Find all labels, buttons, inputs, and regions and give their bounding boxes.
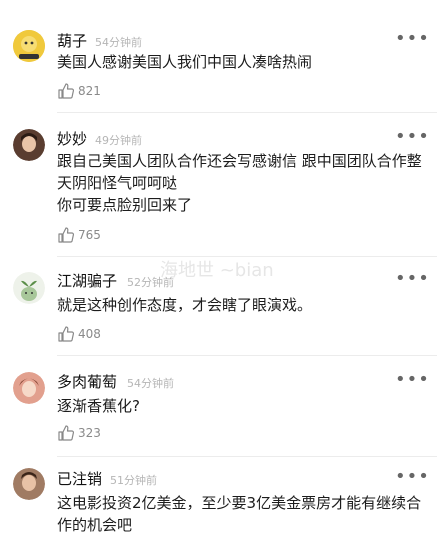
comment-time: 49分钟前 xyxy=(95,134,142,147)
more-options-button[interactable]: ••• xyxy=(395,128,430,146)
divider xyxy=(57,355,437,356)
photo-avatar-icon xyxy=(13,468,45,500)
divider xyxy=(57,256,437,257)
comment-text: 跟自己美国人团队合作还会写感谢信 跟中国团队合作整天阴阳怪气呵呵哒 你可要点脸别… xyxy=(57,152,422,214)
yellow-cartoon-avatar-icon xyxy=(13,30,45,62)
comment-time: 52分钟前 xyxy=(127,276,174,289)
comment-author[interactable]: 已注销 xyxy=(57,468,102,489)
divider xyxy=(57,112,437,113)
like-button[interactable]: 323 xyxy=(57,424,101,442)
avatar[interactable] xyxy=(13,468,45,500)
plant-cartoon-avatar-icon xyxy=(13,272,45,304)
like-button[interactable]: 408 xyxy=(57,325,101,343)
watermark: 海地世 ~bian xyxy=(160,260,274,281)
photo-avatar-icon xyxy=(13,129,45,161)
avatar[interactable] xyxy=(13,129,45,161)
comment-time: 54分钟前 xyxy=(127,377,174,390)
comment-time: 51分钟前 xyxy=(110,474,157,487)
more-options-button[interactable]: ••• xyxy=(395,371,430,389)
comment-text: 这电影投资2亿美金，至少要3亿美金票房才能有继续合作的机会吧 xyxy=(57,494,422,534)
more-options-button[interactable]: ••• xyxy=(395,30,430,48)
comment-author[interactable]: 葫子 xyxy=(57,30,87,51)
comment-author[interactable]: 妙妙 xyxy=(57,128,87,149)
thumbs-up-icon xyxy=(58,83,75,99)
like-count: 323 xyxy=(78,426,101,440)
like-count: 821 xyxy=(78,84,101,98)
divider xyxy=(57,456,437,457)
more-options-button[interactable]: ••• xyxy=(395,468,430,486)
avatar[interactable] xyxy=(13,372,45,404)
girl-photo-avatar-icon xyxy=(13,372,45,404)
thumbs-up-icon xyxy=(58,227,75,243)
more-options-button[interactable]: ••• xyxy=(395,270,430,288)
like-button[interactable]: 765 xyxy=(57,226,101,244)
avatar[interactable] xyxy=(13,30,45,62)
comment-text: 就是这种创作态度，才会瞎了眼演戏。 xyxy=(57,296,313,314)
comment-author[interactable]: 江湖骗子 xyxy=(57,270,117,291)
avatar[interactable] xyxy=(13,272,45,304)
like-button[interactable]: 821 xyxy=(57,82,101,100)
comment-text: 逐渐香蕉化? xyxy=(57,397,140,415)
like-count: 765 xyxy=(78,228,101,242)
comment-time: 54分钟前 xyxy=(95,36,142,49)
comment-author[interactable]: 多肉葡萄 xyxy=(57,371,117,392)
thumbs-up-icon xyxy=(58,425,75,441)
like-count: 408 xyxy=(78,327,101,341)
comment-text: 美国人感谢美国人我们中国人凑啥热闹 xyxy=(57,53,313,71)
thumbs-up-icon xyxy=(58,326,75,342)
